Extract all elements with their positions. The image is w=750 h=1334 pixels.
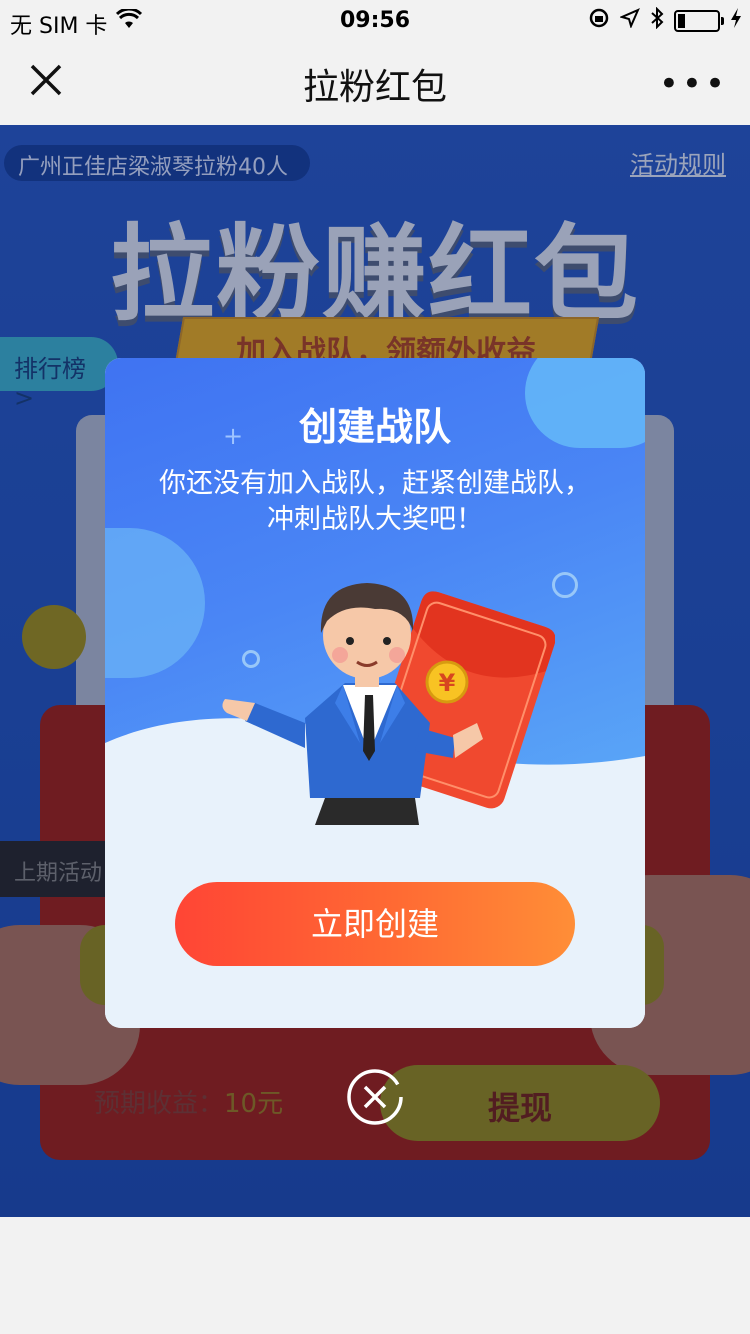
page-title: 拉粉红包 (302, 67, 447, 108)
battery-icon (674, 10, 724, 32)
orientation-lock-icon (588, 7, 610, 35)
businessman-illustration: ¥ (222, 583, 555, 825)
status-icons (588, 6, 742, 35)
currency-symbol: ¥ (439, 669, 456, 697)
more-menu-button[interactable]: ••• (659, 64, 728, 104)
modal-description: 你还没有加入战队，赶紧创建战队， 冲刺战队大奖吧！ (145, 466, 605, 538)
close-circle-icon[interactable] (346, 1068, 404, 1126)
nav-bar: 拉粉红包 ••• (0, 40, 750, 125)
modal-description-line: 你还没有加入战队，赶紧创建战队， (159, 468, 591, 499)
bottom-area (0, 1217, 750, 1334)
charging-icon (730, 7, 742, 35)
decor-ring (552, 572, 578, 598)
create-now-button[interactable]: 立即创建 (175, 882, 575, 966)
modal-title: 创建战队 (298, 405, 451, 449)
create-team-modal: + 创建战队 你还没有加入战队，赶紧创建战队， 冲刺战队大奖吧！ ¥ 立即创建 (105, 358, 645, 1028)
bluetooth-icon (650, 6, 664, 35)
location-icon (619, 8, 640, 34)
modal-description-line: 冲刺战队大奖吧！ (267, 504, 483, 535)
status-bar: 无 SIM 卡 09:56 (0, 0, 750, 40)
